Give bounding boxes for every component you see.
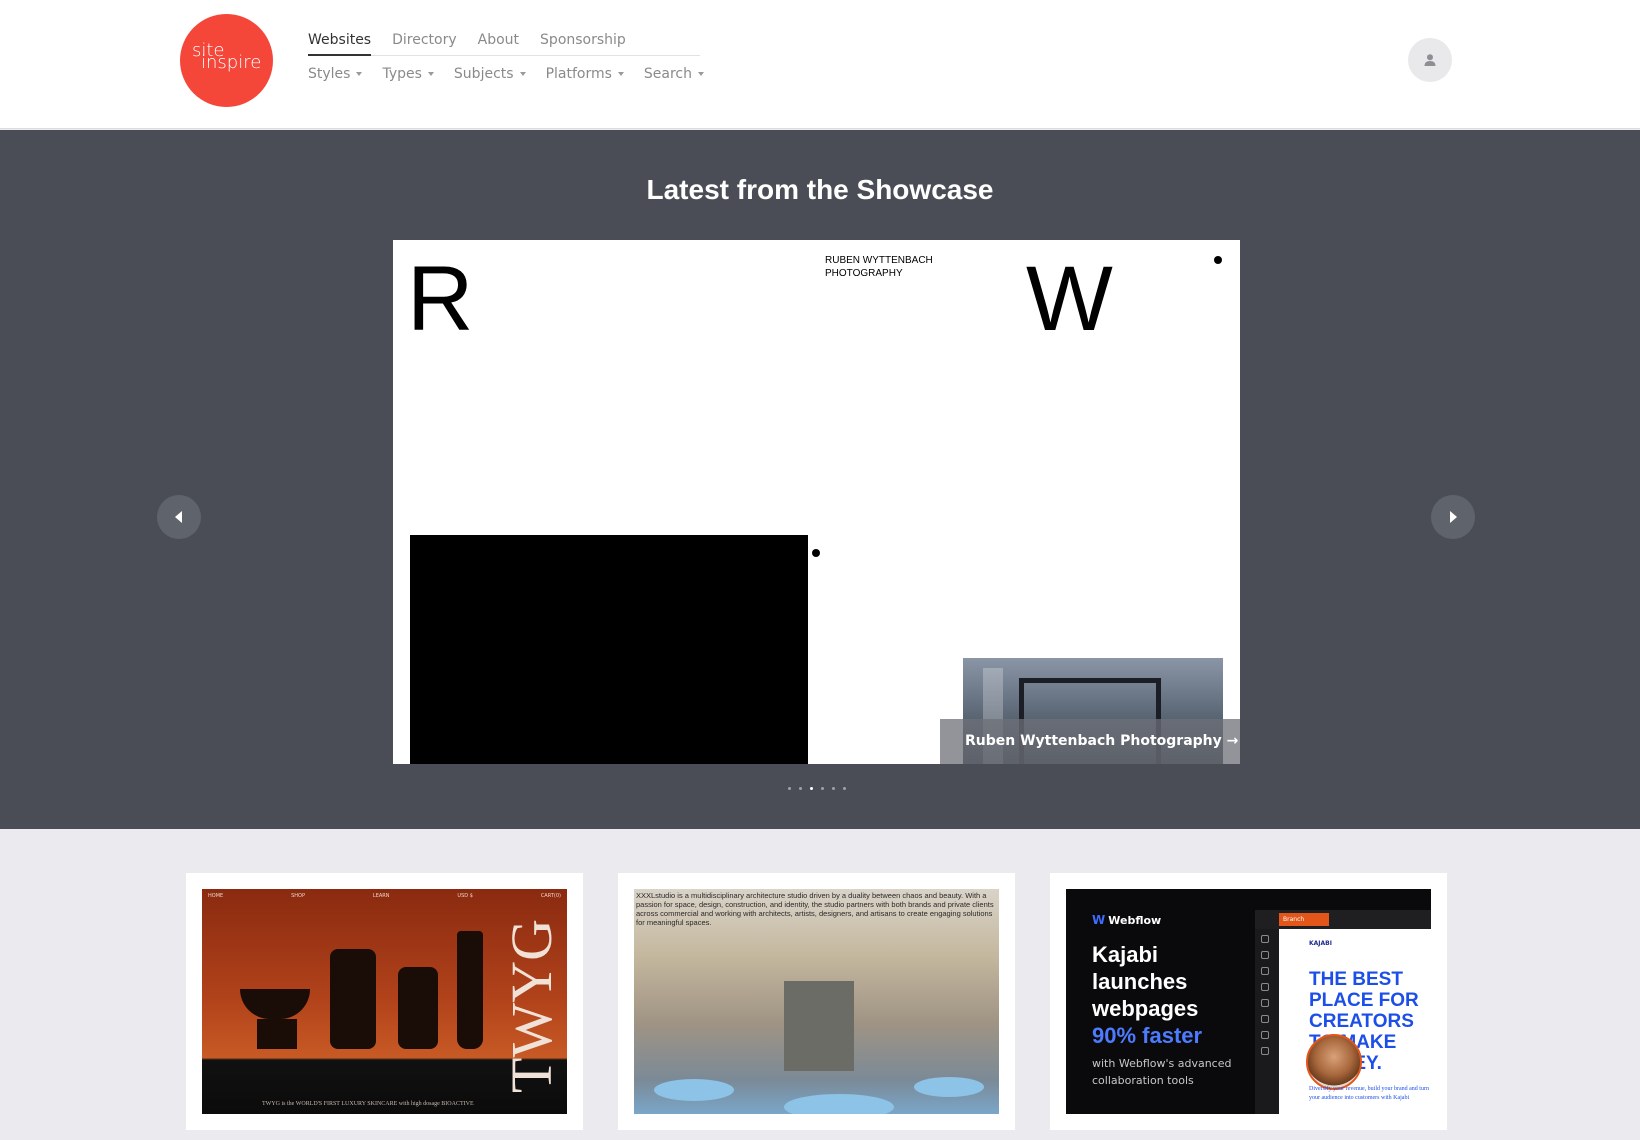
- asset-icon: [1261, 1031, 1269, 1039]
- site-card-webflow-ad[interactable]: W Webflow Kajabi launches webpages 90% f…: [1050, 873, 1447, 1130]
- carousel-dot[interactable]: [832, 787, 835, 790]
- nav-styles-dropdown[interactable]: Styles: [308, 64, 363, 84]
- cms-icon: [1261, 1047, 1269, 1055]
- carousel-dot[interactable]: [799, 787, 802, 790]
- carousel-prev-button[interactable]: [157, 495, 201, 539]
- carousel-dot[interactable]: [821, 787, 824, 790]
- showcase-section: Latest from the Showcase R RUBEN WYTTENB…: [0, 130, 1640, 829]
- twyg-footer-text: TWYG is the WORLD'S FIRST LUXURY SKINCAR…: [262, 1101, 474, 1107]
- caret-down-icon: [356, 72, 363, 76]
- kajabi-subtext: Diversify your revenue, build your brand…: [1309, 1086, 1429, 1101]
- site-card-xxxl-studio[interactable]: XXXLstudio is a multidisciplinary archit…: [618, 873, 1015, 1130]
- kajabi-brand: KAJABI: [1309, 940, 1332, 947]
- slide-caption-link[interactable]: Ruben Wyttenbach Photography →: [940, 719, 1240, 764]
- user-account-button[interactable]: [1408, 38, 1452, 82]
- round-table: [654, 1079, 734, 1101]
- card-thumbnail: HOME SHOP LEARN USD $ CART(0) TWYG TWYG …: [202, 889, 567, 1114]
- nav-styles-label: Styles: [308, 66, 351, 82]
- product-bowl: [240, 989, 310, 1019]
- nav-platforms-label: Platforms: [545, 66, 612, 82]
- twyg-nav-shop: SHOP: [291, 893, 305, 899]
- webflow-mark-icon: W: [1092, 913, 1106, 927]
- showcase-slide[interactable]: R RUBEN WYTTENBACH PHOTOGRAPHY W Ruben W…: [393, 240, 1240, 764]
- twyg-nav-learn: LEARN: [372, 893, 390, 899]
- logo-line-inspire: inspire: [201, 52, 262, 73]
- kitchen-doorway: [784, 981, 854, 1071]
- triangle-right-icon: [1450, 511, 1457, 523]
- carousel-dot-active[interactable]: [810, 787, 813, 790]
- variable-icon: [1261, 1015, 1269, 1023]
- twyg-nav-home: HOME: [208, 893, 224, 899]
- caret-down-icon: [617, 72, 624, 76]
- nav-subjects-dropdown[interactable]: Subjects: [454, 64, 526, 84]
- nav-search-label: Search: [643, 66, 693, 82]
- add-icon: [1261, 935, 1269, 943]
- site-header: site inspire Websites Directory About Sp…: [0, 0, 1640, 129]
- caret-down-icon: [698, 72, 705, 76]
- carousel-next-button[interactable]: [1431, 495, 1475, 539]
- xxxl-intro-text: XXXLstudio is a multidisciplinary archit…: [636, 891, 994, 927]
- editor-rail: [1261, 935, 1273, 1063]
- round-table: [914, 1077, 984, 1097]
- nav-types-label: Types: [382, 66, 422, 82]
- siteinspire-logo[interactable]: site inspire: [180, 14, 273, 107]
- twyg-nav: HOME SHOP LEARN USD $ CART(0): [208, 893, 561, 899]
- webflow-logo: W Webflow: [1092, 913, 1161, 927]
- creator-avatar: [1306, 1034, 1362, 1090]
- showcase-title: Latest from the Showcase: [646, 174, 994, 205]
- triangle-left-icon: [175, 511, 182, 523]
- webflow-headline: Kajabi launches webpages 90% faster: [1092, 941, 1252, 1049]
- twyg-nav-cart: CART(0): [540, 893, 561, 899]
- slide-brand-text: RUBEN WYTTENBACH PHOTOGRAPHY: [825, 255, 933, 279]
- nav-sponsorship[interactable]: Sponsorship: [540, 30, 626, 56]
- primary-nav: Websites Directory About Sponsorship: [308, 30, 700, 56]
- twyg-nav-currency: USD $: [457, 893, 473, 899]
- nav-about[interactable]: About: [478, 30, 519, 56]
- carousel-dot[interactable]: [843, 787, 846, 790]
- secondary-nav: Styles Types Subjects Platforms Search: [308, 64, 724, 84]
- nav-websites[interactable]: Websites: [308, 30, 372, 56]
- product-jar: [398, 967, 438, 1049]
- headline-highlight: 90% faster: [1092, 1023, 1203, 1048]
- site-card-twyg[interactable]: HOME SHOP LEARN USD $ CART(0) TWYG TWYG …: [186, 873, 583, 1130]
- round-table: [784, 1094, 894, 1114]
- twyg-brand: TWYG: [499, 919, 564, 1093]
- product-stack: [330, 949, 376, 1049]
- product-tube: [457, 931, 483, 1049]
- carousel-dots: [788, 787, 854, 790]
- style-icon: [1261, 999, 1269, 1007]
- nav-types-dropdown[interactable]: Types: [382, 64, 434, 84]
- webflow-subtext: with Webflow's advanced collaboration to…: [1092, 1057, 1232, 1087]
- product-stand: [257, 1019, 297, 1049]
- navigator-icon: [1261, 967, 1269, 975]
- slide-dot: [812, 549, 820, 557]
- component-icon: [1261, 983, 1269, 991]
- slide-dot: [1214, 256, 1222, 264]
- nav-directory[interactable]: Directory: [392, 30, 457, 56]
- webflow-brand: Webflow: [1108, 913, 1162, 927]
- branch-badge: Branch: [1279, 913, 1329, 926]
- nav-search-dropdown[interactable]: Search: [643, 64, 705, 84]
- user-icon: [1424, 54, 1436, 66]
- slide-letter-w: W: [1026, 248, 1113, 350]
- headline-main: Kajabi launches webpages: [1092, 942, 1199, 1021]
- card-thumbnail: XXXLstudio is a multidisciplinary archit…: [634, 889, 999, 1114]
- card-thumbnail: W Webflow Kajabi launches webpages 90% f…: [1066, 889, 1431, 1114]
- page-icon: [1261, 951, 1269, 959]
- slide-letter-r: R: [407, 248, 474, 350]
- carousel-dot[interactable]: [788, 787, 791, 790]
- slide-black-image: [410, 535, 808, 764]
- caret-down-icon: [519, 72, 526, 76]
- nav-subjects-label: Subjects: [453, 66, 514, 82]
- nav-platforms-dropdown[interactable]: Platforms: [546, 64, 624, 84]
- caret-down-icon: [427, 72, 434, 76]
